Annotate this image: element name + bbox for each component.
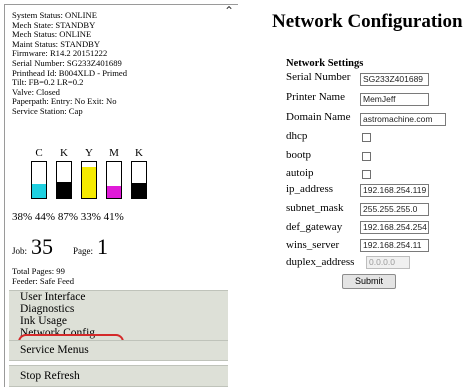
duplex-address-field: 0.0.0.0: [366, 256, 410, 269]
subnet-mask-label: subnet_mask: [286, 202, 344, 214]
serial-number-field[interactable]: SG233Z401689: [360, 73, 429, 86]
submit-button[interactable]: Submit: [342, 274, 396, 289]
chevron-up-icon[interactable]: ⌃: [224, 5, 234, 17]
job-number: 35: [31, 234, 54, 259]
domain-name-label: Domain Name: [286, 111, 351, 123]
ink-fill: [107, 186, 121, 198]
ink-bar: [131, 161, 147, 199]
ip-address-label: ip_address: [286, 183, 334, 195]
menu-user-interface[interactable]: User Interface: [20, 291, 85, 303]
gateway-field[interactable]: 192.168.254.254: [360, 221, 429, 234]
autoip-label: autoip: [286, 167, 314, 179]
ink-letter: K: [60, 147, 68, 159]
ink-fill: [82, 166, 96, 198]
ink-letter: K: [135, 147, 143, 159]
autoip-checkbox[interactable]: [362, 170, 371, 179]
wins-server-field[interactable]: 192.168.254.11: [360, 239, 429, 252]
wins-server-label: wins_server: [286, 239, 340, 251]
printer-name-field[interactable]: MemJeff: [360, 93, 429, 106]
ink-levels: C K Y M K: [28, 148, 198, 208]
ink-bar: [31, 161, 47, 199]
ink-cartridge: M: [103, 147, 125, 199]
page-label: Page:: [73, 246, 94, 256]
ink-fill: [132, 183, 146, 198]
page-title: Network Configuration: [272, 11, 463, 32]
ink-cartridge: C: [28, 147, 50, 199]
gateway-label: def_gateway: [286, 221, 343, 233]
service-menu-box: Service Menus: [9, 340, 228, 361]
ip-address-field[interactable]: 192.168.254.119: [360, 184, 429, 197]
status-line: Service Station: Cap: [12, 105, 83, 116]
ink-letter: M: [109, 147, 119, 159]
ink-fill: [32, 184, 46, 198]
total-pages: Total Pages: 99: [12, 266, 65, 276]
ink-percentages: 38% 44% 87% 33% 41%: [12, 211, 124, 223]
ink-bar: [56, 161, 72, 199]
menu-diagnostics[interactable]: Diagnostics: [20, 303, 74, 315]
page-number: 1: [97, 234, 109, 259]
section-heading: Network Settings: [286, 58, 364, 69]
dhcp-label: dhcp: [286, 130, 308, 142]
menu-stop-refresh[interactable]: Stop Refresh: [20, 370, 80, 382]
job-label: Job:: [12, 246, 28, 256]
ink-fill: [57, 182, 71, 198]
ink-letter: Y: [85, 147, 93, 159]
ink-cartridge: Y: [78, 147, 100, 199]
domain-name-field[interactable]: astromachine.com: [360, 113, 446, 126]
bootp-label: bootp: [286, 149, 312, 161]
stop-menu-box: Stop Refresh: [9, 365, 228, 387]
subnet-mask-field[interactable]: 255.255.255.0: [360, 203, 429, 216]
menu-ink-usage[interactable]: Ink Usage: [20, 315, 67, 327]
ink-letter: C: [35, 147, 43, 159]
menu-service-menus[interactable]: Service Menus: [20, 344, 89, 356]
ink-bar: [81, 161, 97, 199]
ink-cartridge: K: [128, 147, 150, 199]
duplex-address-label: duplex_address: [286, 256, 355, 268]
job-counter: Job: 35 Page: 1: [12, 234, 108, 260]
ink-bar: [106, 161, 122, 199]
status-list: System Status: ONLINE Mech State: STANDB…: [12, 10, 222, 117]
bootp-checkbox[interactable]: [362, 152, 371, 161]
dhcp-checkbox[interactable]: [362, 133, 371, 142]
feeder-status: Feeder: Safe Feed: [12, 276, 75, 286]
printer-name-label: Printer Name: [286, 91, 345, 103]
serial-label: Serial Number: [286, 71, 351, 83]
ink-cartridge: K: [53, 147, 75, 199]
